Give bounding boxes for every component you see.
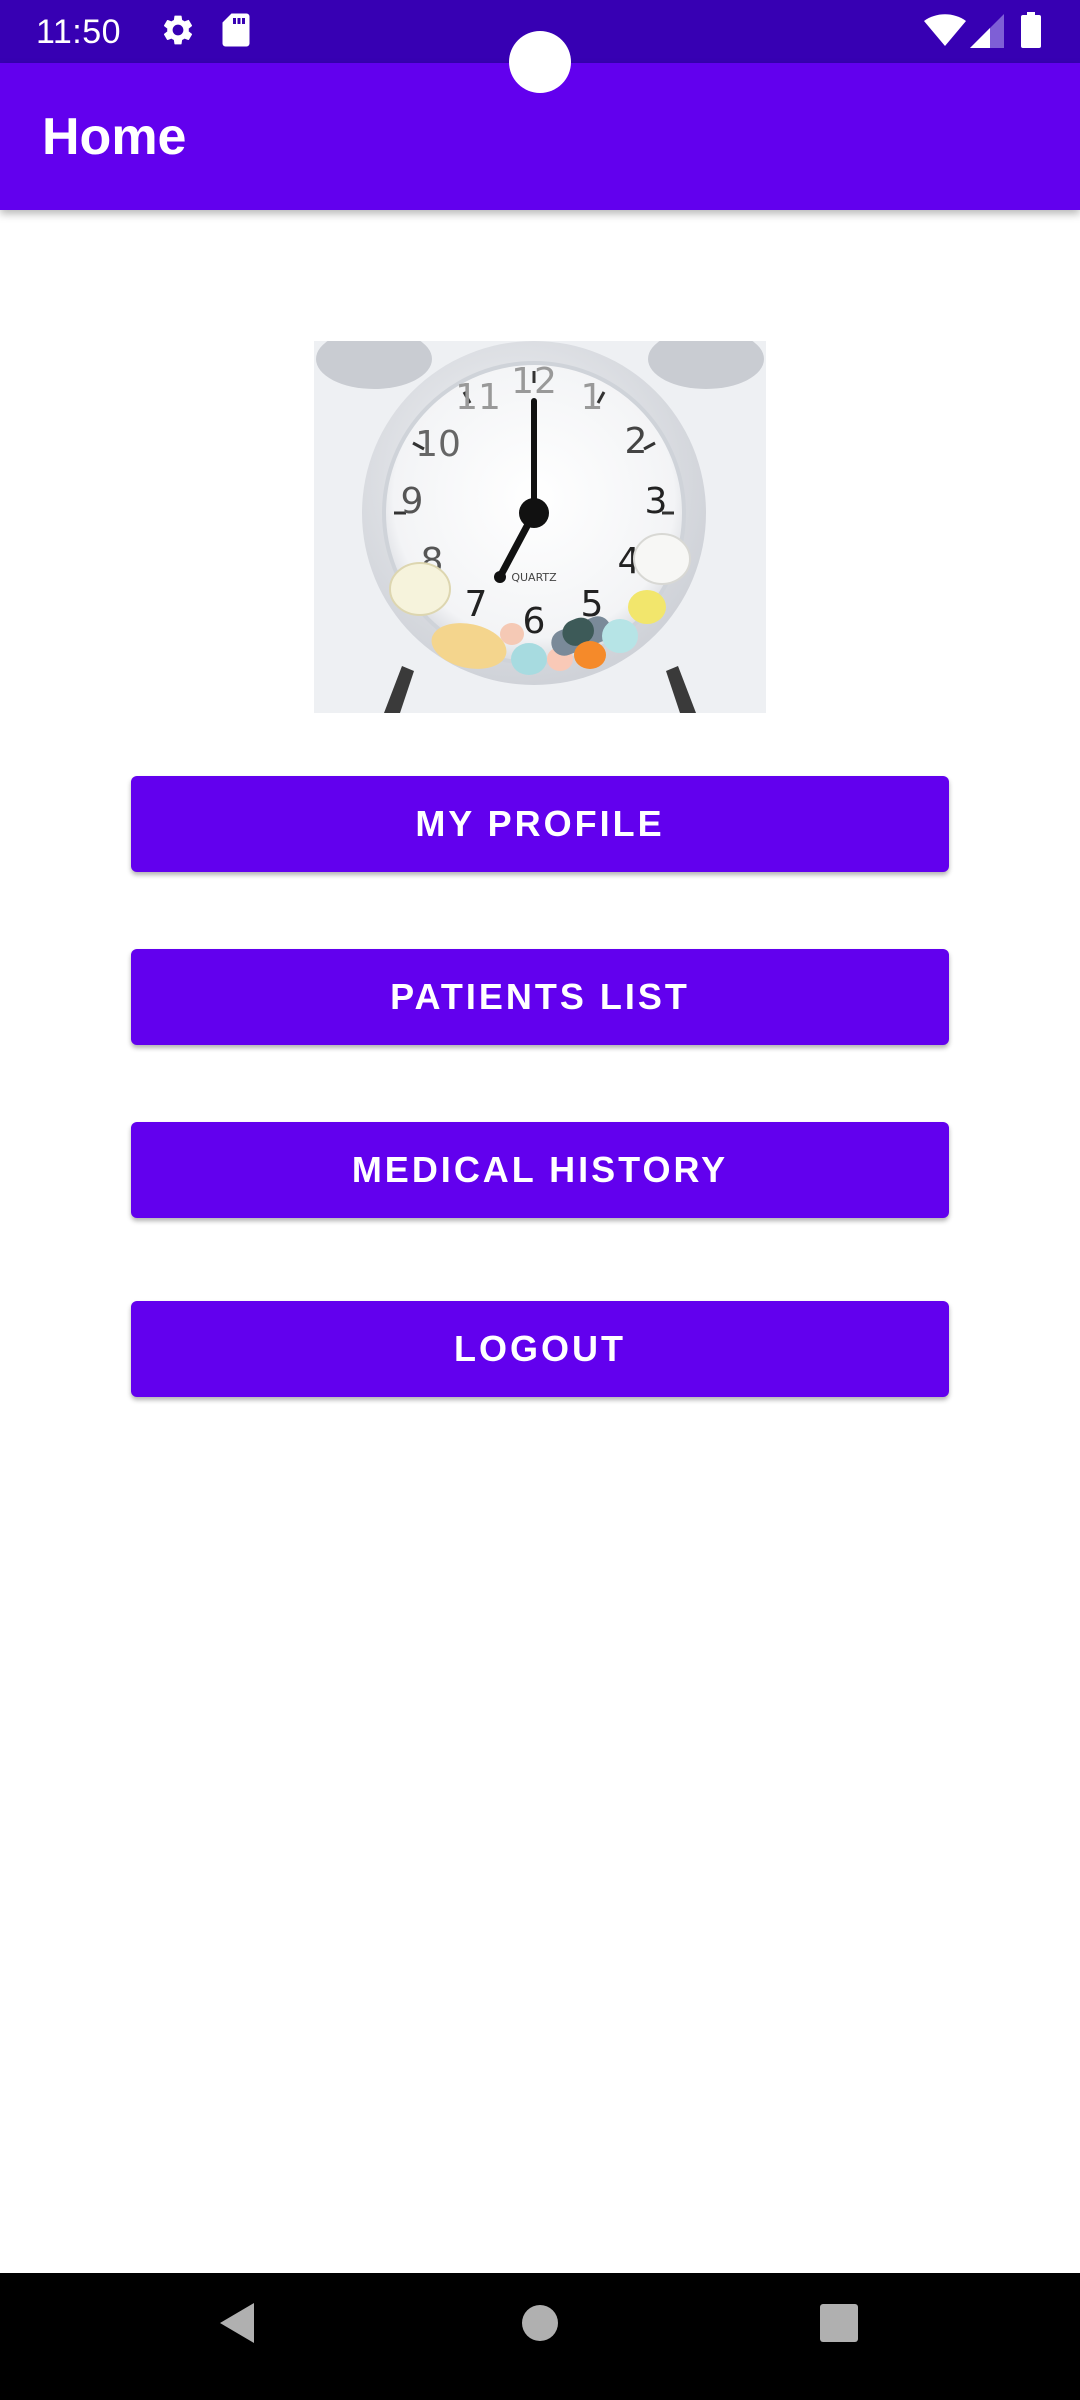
logout-button[interactable]: LOGOUT [131, 1301, 949, 1397]
home-icon[interactable] [520, 2301, 560, 2345]
svg-text:1: 1 [581, 377, 604, 418]
navigation-bar [0, 2273, 1080, 2400]
battery-icon [1021, 12, 1041, 48]
cellular-signal-icon [970, 14, 1004, 48]
svg-text:7: 7 [465, 584, 488, 625]
status-time: 11:50 [36, 13, 122, 51]
svg-text:11: 11 [455, 377, 501, 418]
svg-text:10: 10 [415, 424, 461, 465]
patients-list-button[interactable]: PATIENTS LIST [131, 949, 949, 1045]
svg-text:9: 9 [401, 481, 424, 522]
back-icon[interactable] [218, 2301, 258, 2345]
svg-text:3: 3 [645, 481, 668, 522]
sd-card-icon [222, 13, 250, 47]
clock-brand-label: QUARTZ [511, 571, 557, 584]
wifi-icon [924, 14, 966, 46]
medical-history-button[interactable]: MEDICAL HISTORY [131, 1122, 949, 1218]
gear-icon [163, 15, 193, 45]
recents-icon[interactable] [818, 2301, 860, 2345]
page-title: Home [42, 108, 187, 166]
clock-numeral-12: 12 [511, 361, 557, 402]
my-profile-button[interactable]: MY PROFILE [131, 776, 949, 872]
svg-text:6: 6 [523, 601, 546, 642]
camera-cutout [509, 31, 571, 93]
svg-text:2: 2 [625, 421, 648, 462]
alarm-clock-with-pills-image: 12 1 2 3 4 5 6 7 8 9 10 11 QUARTZ [314, 341, 766, 713]
